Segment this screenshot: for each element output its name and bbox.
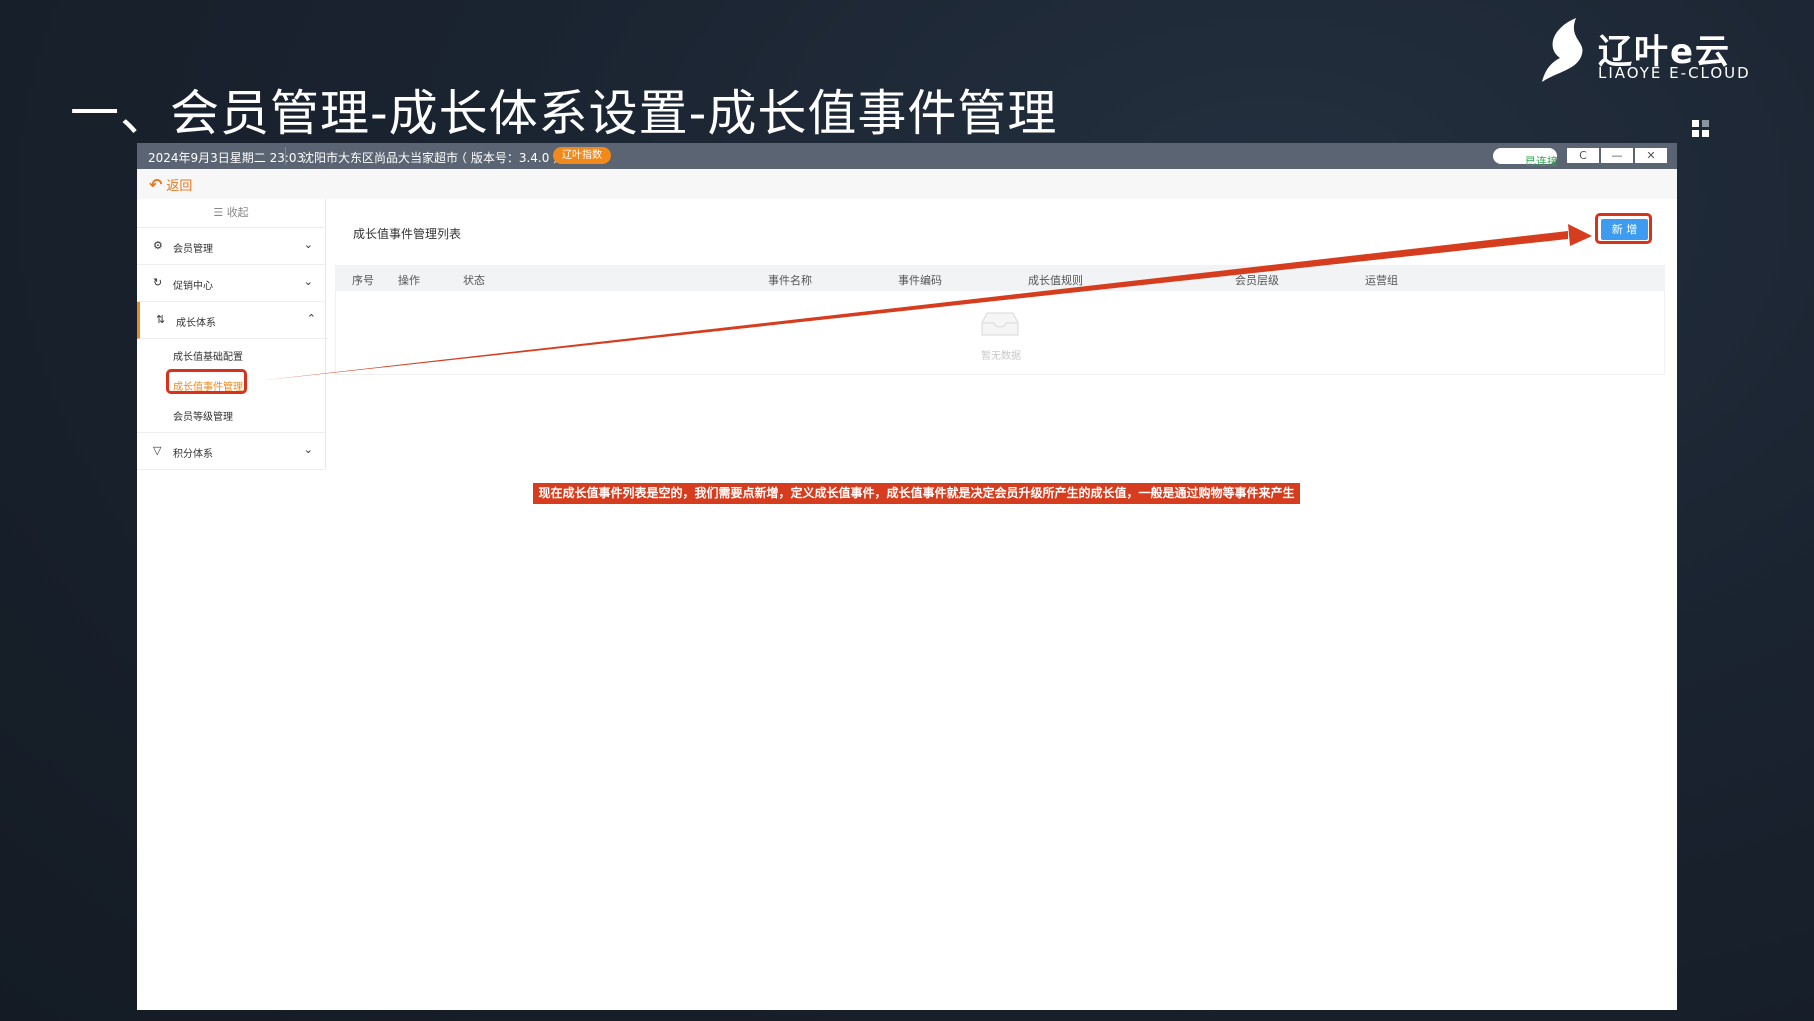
column-header[interactable]: 运营组 bbox=[1365, 272, 1398, 288]
version-label: （ 版本号：3.4.0 ） bbox=[455, 151, 566, 165]
slide-title: 一、会员管理-成长体系设置-成长值事件管理 bbox=[70, 85, 1058, 142]
collapse-label: 收起 bbox=[226, 206, 249, 219]
highlight-ring bbox=[166, 369, 247, 394]
column-header[interactable]: 序号 bbox=[352, 272, 374, 288]
logo-text-en: LIAOYE E-CLOUD bbox=[1598, 64, 1751, 82]
sidebar-subitem-label: 成长值基础配置 bbox=[173, 352, 243, 363]
back-bar: ↶ 返回 bbox=[137, 169, 1677, 199]
connection-status: ⌔ 已连接 bbox=[1493, 148, 1558, 168]
annotation-note: 现在成长值事件列表是空的，我们需要点新增，定义成长值事件，成长值事件就是决定会员… bbox=[533, 483, 1300, 504]
brand-index-badge[interactable]: 辽叶指数 bbox=[553, 147, 611, 164]
sidebar-subitem-label: 会员等级管理 bbox=[173, 412, 233, 423]
sidebar-item-label: 成长体系 bbox=[176, 318, 216, 329]
sidebar-item-points-system[interactable]: ▽ 积分体系 ⌄ bbox=[137, 432, 325, 470]
sidebar-item-label: 积分体系 bbox=[173, 449, 213, 460]
back-arrow-icon: ↶ bbox=[149, 175, 163, 194]
column-header[interactable]: 操作 bbox=[398, 272, 420, 288]
company-logo: 辽叶e云 LIAOYE E-CLOUD bbox=[1538, 14, 1749, 84]
empty-inbox-icon bbox=[981, 312, 1019, 336]
empty-state-text: 暂无数据 bbox=[981, 351, 1021, 362]
add-button[interactable]: 新 增 bbox=[1601, 219, 1648, 240]
chevron-up-icon: ⌃ bbox=[306, 312, 316, 325]
chevron-down-icon: ⌄ bbox=[303, 238, 313, 251]
back-button[interactable]: ↶ 返回 bbox=[149, 175, 192, 194]
list-title: 成长值事件管理列表 bbox=[353, 227, 462, 241]
column-header[interactable]: 会员层级 bbox=[1235, 272, 1279, 288]
table-header: 序号 操作 状态 事件名称 事件编码 成长值规则 会员层级 运营组 bbox=[335, 265, 1665, 291]
close-button[interactable]: ✕ bbox=[1635, 148, 1667, 163]
connection-label: 已连接 bbox=[1525, 155, 1558, 168]
column-header[interactable]: 事件编码 bbox=[898, 272, 942, 288]
back-label: 返回 bbox=[166, 179, 193, 194]
column-header[interactable]: 事件名称 bbox=[768, 272, 812, 288]
column-header[interactable]: 成长值规则 bbox=[1028, 272, 1083, 288]
growth-icon: ⇅ bbox=[156, 313, 166, 326]
refresh-button[interactable]: C bbox=[1567, 148, 1599, 163]
table-body: 暂无数据 bbox=[335, 291, 1665, 375]
sidebar-item-member-management[interactable]: ⚙ 会员管理 ⌄ bbox=[137, 228, 325, 265]
sidebar-item-promotion-center[interactable]: ↻ 促销中心 ⌄ bbox=[137, 265, 325, 302]
divider bbox=[285, 147, 286, 165]
chevron-down-icon: ⌄ bbox=[303, 275, 313, 288]
menu-icon: ☰ bbox=[213, 206, 224, 219]
minimize-button[interactable]: — bbox=[1601, 148, 1633, 163]
sidebar-item-label: 会员管理 bbox=[173, 244, 213, 255]
sidebar-subitem-member-level-management[interactable]: 会员等级管理 bbox=[137, 399, 325, 429]
sidebar-subitem-growth-basic-config[interactable]: 成长值基础配置 bbox=[137, 339, 325, 369]
collapse-toggle[interactable]: ☰ 收起 bbox=[137, 199, 325, 228]
sidebar: ☰ 收起 ⚙ 会员管理 ⌄ ↻ 促销中心 ⌄ ⇅ 成长体系 ⌃ 成长值基础配置 … bbox=[137, 199, 328, 470]
filter-icon: ▽ bbox=[153, 444, 162, 457]
sidebar-item-label: 促销中心 bbox=[173, 281, 213, 292]
app-window: 2024年9月3日星期二 23:03 沈阳市大东区尚品大当家超市 （ 版本号：3… bbox=[137, 143, 1677, 1010]
chevron-down-icon: ⌄ bbox=[303, 443, 313, 456]
refresh-icon: ↻ bbox=[153, 276, 163, 289]
datetime-label: 2024年9月3日星期二 23:03 bbox=[148, 151, 305, 165]
logo-swoosh-icon bbox=[1542, 18, 1583, 82]
store-name: 沈阳市大东区尚品大当家超市 bbox=[302, 151, 459, 165]
column-header[interactable]: 状态 bbox=[463, 272, 485, 288]
sidebar-item-growth-system[interactable]: ⇅ 成长体系 ⌃ bbox=[137, 302, 328, 339]
grid-dots-icon bbox=[1692, 120, 1709, 137]
gear-icon: ⚙ bbox=[153, 239, 163, 252]
window-titlebar: 2024年9月3日星期二 23:03 沈阳市大东区尚品大当家超市 （ 版本号：3… bbox=[137, 143, 1677, 169]
